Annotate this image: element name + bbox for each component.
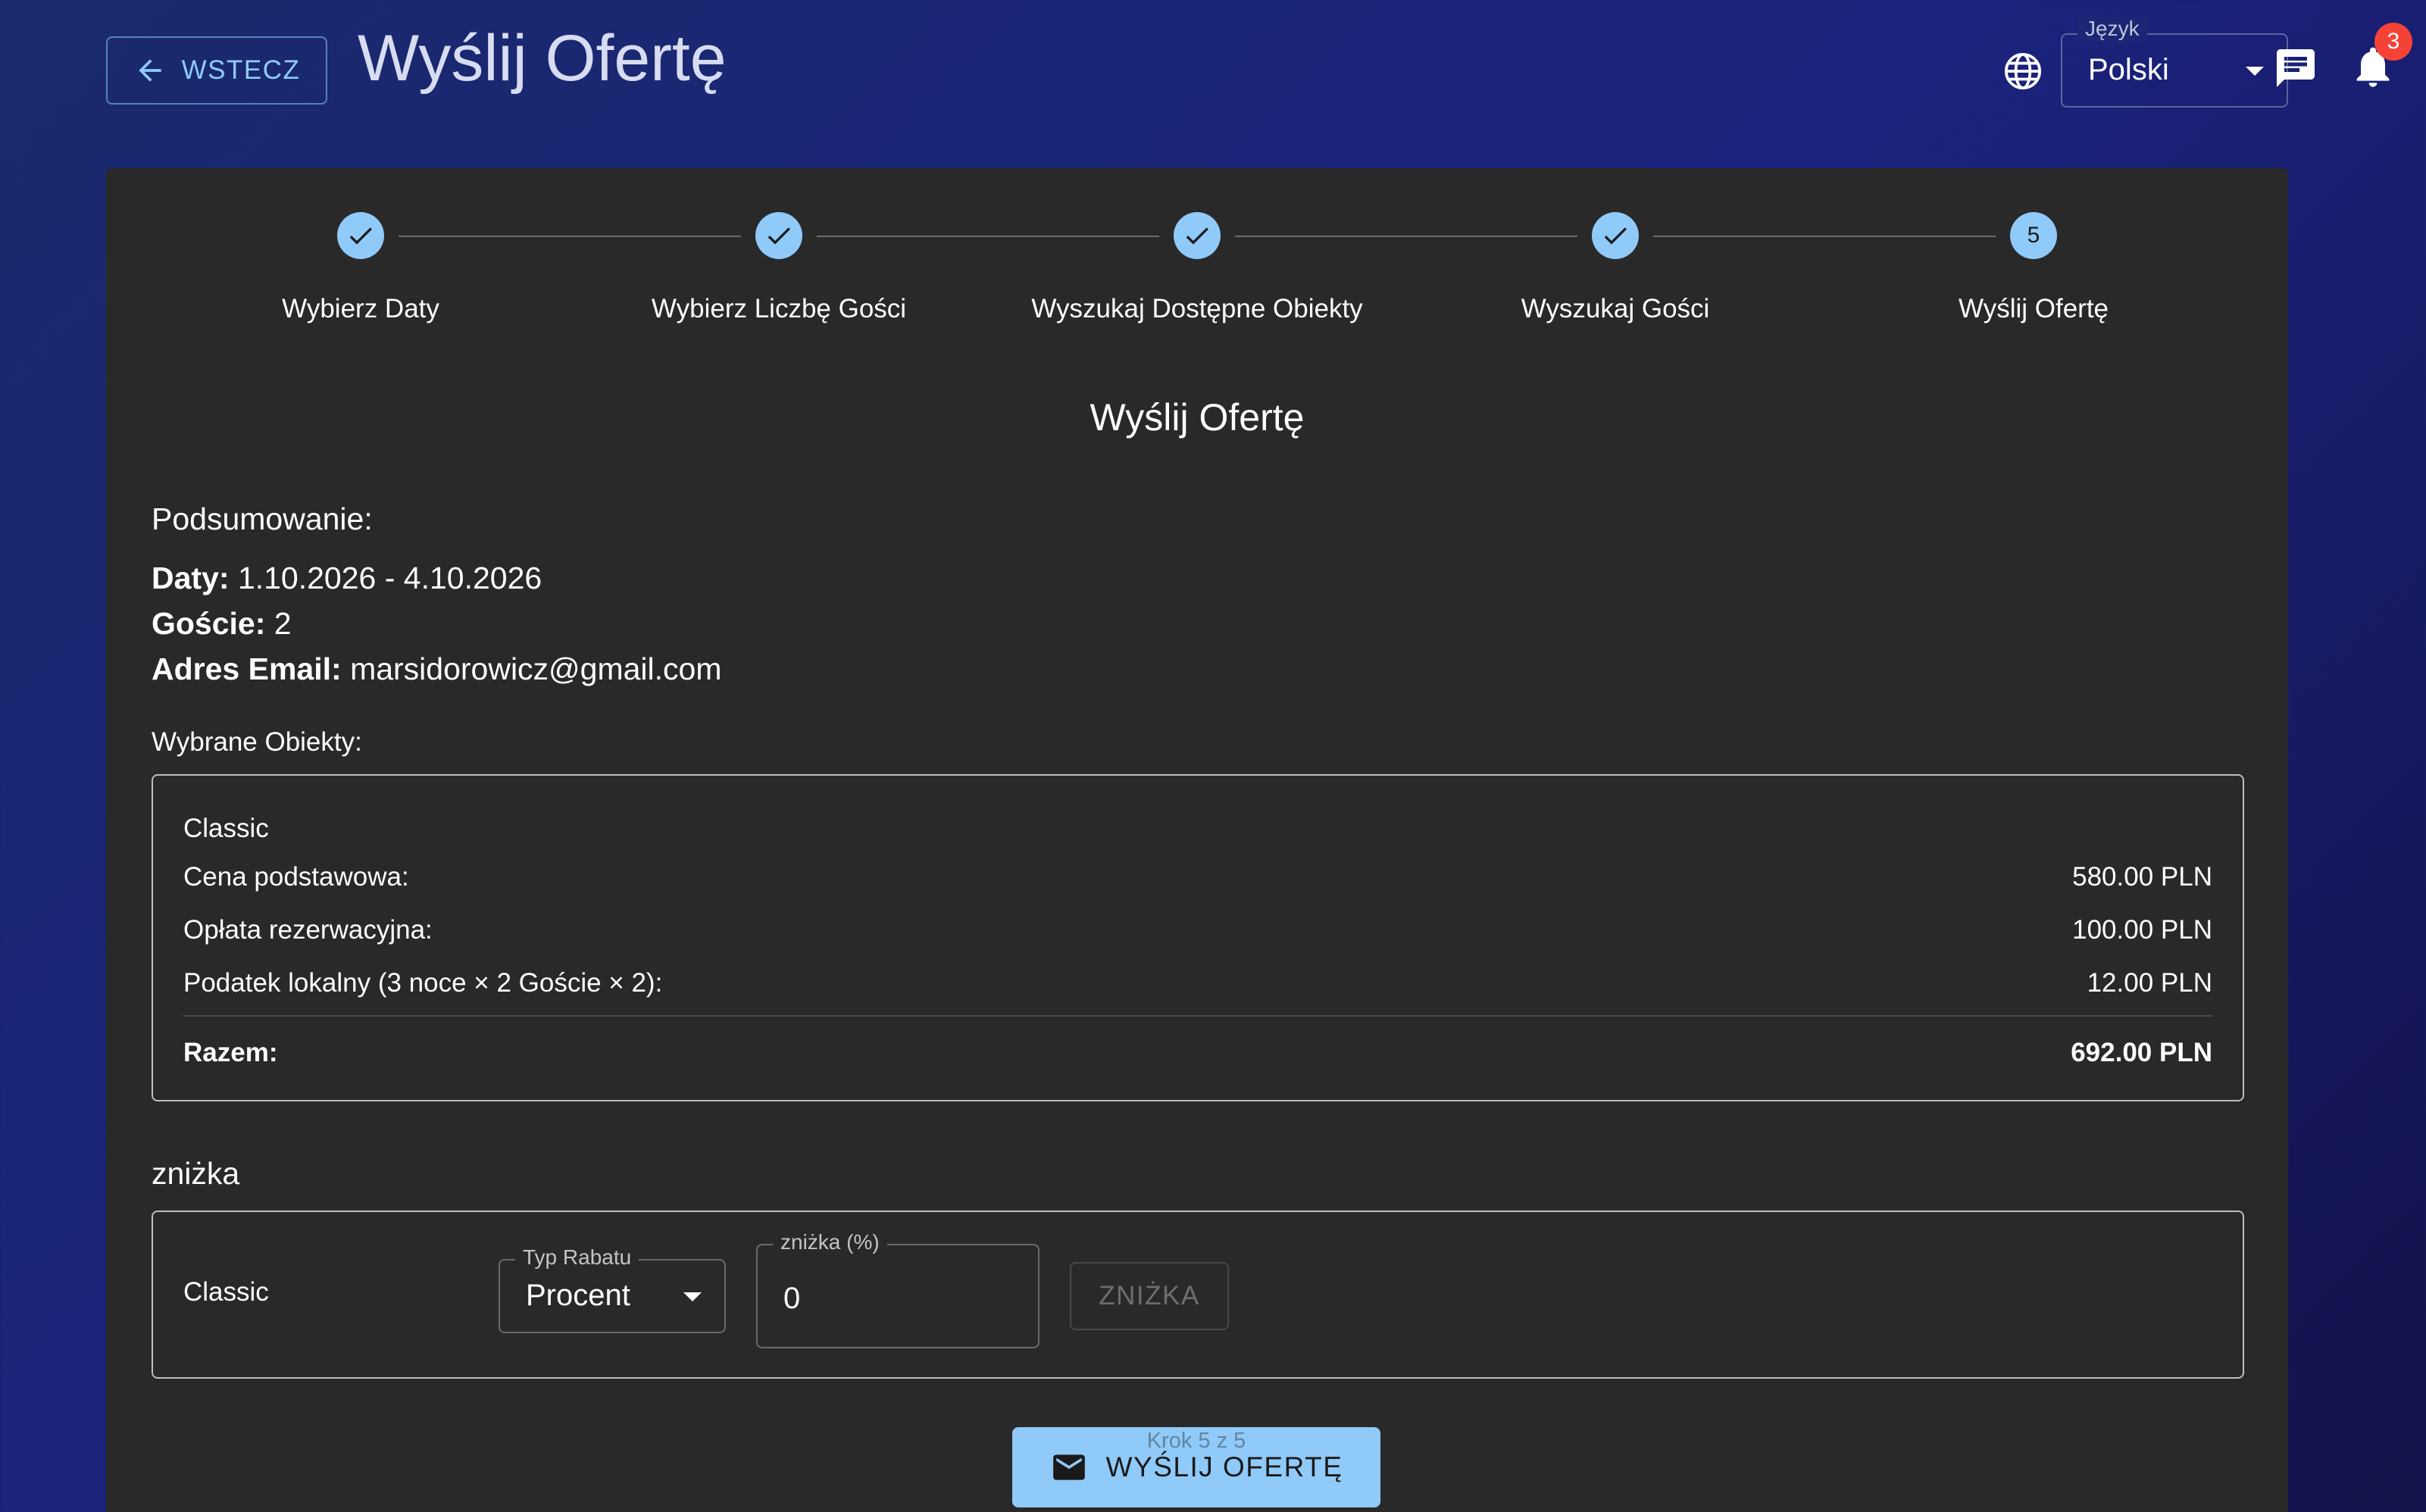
dates-label: Daty: [152, 561, 230, 595]
check-icon [1186, 227, 1208, 245]
email-value: marsidorowicz@gmail.com [350, 651, 722, 686]
check-icon [1604, 227, 1627, 245]
step-complete-indicator [337, 212, 384, 259]
section-title: Wyślij Ofertę [1090, 396, 1305, 439]
step-label: Wybierz Liczbę Gości [651, 294, 907, 323]
price-row-label: Podatek lokalny (3 noce × 2 Goście × 2): [183, 968, 663, 998]
step-label: Wyszukaj Gości [1521, 294, 1710, 323]
total-row: Razem: 692.00 PLN [183, 1038, 2212, 1068]
email-label: Adres Email: [152, 651, 342, 686]
check-icon [768, 227, 790, 245]
price-row-label: Cena podstawowa: [183, 862, 409, 892]
chevron-down-icon [2246, 67, 2264, 76]
selected-objects-box: Classic Cena podstawowa: 580.00 PLN Opła… [152, 774, 2244, 1101]
discount-type-select[interactable]: Typ Rabatu Procent [499, 1245, 726, 1333]
discount-percent-value: 0 [783, 1282, 801, 1315]
selected-objects-heading: Wybrane Obiekty: [152, 727, 362, 757]
guests-value: 2 [274, 606, 292, 641]
send-offer-label: WYŚLIJ OFERTĘ [1105, 1451, 1343, 1482]
chevron-down-icon [683, 1292, 702, 1301]
discount-box: Classic Typ Rabatu Procent zniżka (%) 0 … [152, 1211, 2244, 1379]
step-label: Wybierz Daty [282, 294, 439, 323]
discount-type-value: Procent [526, 1279, 630, 1312]
globe-icon [2004, 52, 2042, 90]
step-1: Wybierz Daty [148, 212, 573, 324]
price-row: Cena podstawowa: 580.00 PLN [183, 862, 2212, 892]
stepper: Wybierz Daty Wybierz Liczbę Gości Wyszuk… [106, 212, 2288, 333]
check-icon [349, 227, 372, 245]
step-5: 5 Wyślij Ofertę [1821, 212, 2246, 324]
mail-icon [1052, 1454, 1085, 1480]
divider [183, 1015, 2212, 1017]
price-row-value: 580.00 PLN [2072, 862, 2212, 892]
step-active-indicator: 5 [2010, 212, 2057, 259]
notification-badge: 3 [2374, 23, 2412, 61]
price-row: Podatek lokalny (3 noce × 2 Goście × 2):… [183, 968, 2212, 998]
price-row-label: Opłata rezerwacyjna: [183, 915, 433, 945]
step-complete-indicator [755, 212, 802, 259]
back-button[interactable]: WSTECZ [106, 36, 327, 105]
total-label: Razem: [183, 1038, 278, 1067]
discount-percent-input[interactable]: zniżka (%) 0 [756, 1230, 1039, 1348]
offer-card: Wybierz Daty Wybierz Liczbę Gości Wyszuk… [106, 168, 2288, 1512]
discount-object-name: Classic [183, 1277, 269, 1307]
step-label: Wyślij Ofertę [1958, 294, 2109, 323]
step-counter: Krok 5 z 5 [1146, 1429, 1246, 1453]
language-label: Język [2077, 17, 2147, 41]
price-row-value: 100.00 PLN [2072, 915, 2212, 945]
arrow-left-icon [138, 59, 161, 82]
summary-guests: Goście: 2 [152, 606, 292, 642]
summary-email: Adres Email: marsidorowicz@gmail.com [152, 651, 722, 687]
total-value: 692.00 PLN [2071, 1038, 2212, 1067]
step-complete-indicator [1174, 212, 1221, 259]
object-name: Classic [183, 814, 269, 843]
step-complete-indicator [1592, 212, 1639, 259]
dates-value: 1.10.2026 - 4.10.2026 [237, 561, 542, 595]
back-button-label: WSTECZ [181, 55, 301, 85]
step-3: Wyszukaj Dostępne Obiekty [985, 212, 1409, 324]
chat-icon[interactable] [2273, 45, 2318, 91]
summary-heading: Podsumowanie: [152, 501, 373, 536]
apply-discount-button[interactable]: ZNIŻKA [1070, 1262, 1229, 1330]
price-row-value: 12.00 PLN [2087, 968, 2212, 998]
discount-heading: zniżka [152, 1156, 240, 1191]
price-row: Opłata rezerwacyjna: 100.00 PLN [183, 915, 2212, 945]
language-select[interactable]: Polski [2061, 33, 2288, 108]
page-title: Wyślij Ofertę [358, 22, 727, 95]
step-4: Wyszukaj Gości [1403, 212, 1827, 324]
discount-percent-label: zniżka (%) [773, 1230, 887, 1254]
discount-type-label: Typ Rabatu [515, 1245, 639, 1270]
language-value: Polski [2088, 53, 2169, 86]
guests-label: Goście: [152, 606, 266, 641]
step-label: Wyszukaj Dostępne Obiekty [1031, 294, 1363, 323]
summary-dates: Daty: 1.10.2026 - 4.10.2026 [152, 561, 542, 596]
step-2: Wybierz Liczbę Gości [567, 212, 991, 324]
